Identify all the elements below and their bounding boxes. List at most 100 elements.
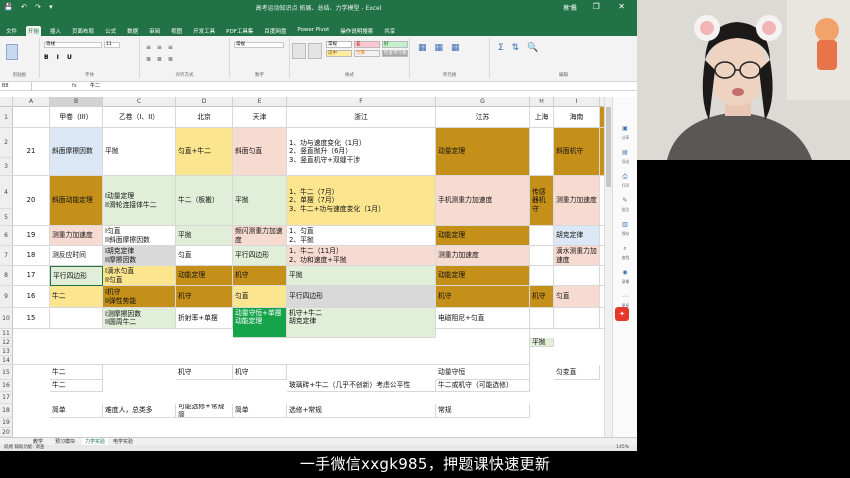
cell[interactable]: I机守 II弹性势能 xyxy=(103,286,176,308)
conditional-format-icon[interactable] xyxy=(292,43,306,59)
bold-italic-underline-icons[interactable]: B I U xyxy=(44,54,75,61)
cell[interactable]: 折射率+单摆 xyxy=(176,308,233,329)
row-header[interactable]: 15 xyxy=(0,365,13,380)
row-header[interactable]: 11 xyxy=(0,329,13,338)
row-header[interactable]: 3 xyxy=(0,158,13,176)
cell[interactable]: 简单 xyxy=(233,404,287,418)
cell[interactable]: I动量定理 II滑轮连接体牛二 xyxy=(103,176,176,226)
cell[interactable] xyxy=(13,107,50,128)
tab-formulas[interactable]: 公式 xyxy=(103,26,118,36)
cell[interactable]: 1、功与速度变化（1月） 2、竖直抛升（6月） 3、竖直机守+双缝干涉 xyxy=(287,128,436,176)
cell[interactable]: 可能选修+常规简 xyxy=(176,404,233,418)
window-controls[interactable]: ─ ❐ ✕ xyxy=(569,2,633,11)
style-good[interactable]: 好 xyxy=(382,41,408,48)
tab-file[interactable]: 文件 xyxy=(4,26,19,36)
record-icon[interactable]: ◉ xyxy=(620,269,630,278)
style-check[interactable]: 检查单元格 xyxy=(382,50,408,57)
cell[interactable]: 平抛 xyxy=(287,266,436,286)
tab-data[interactable]: 数据 xyxy=(125,26,140,36)
row-header[interactable]: 16 xyxy=(0,380,13,392)
row-header[interactable]: 18 xyxy=(0,404,13,418)
column-header-f[interactable]: F xyxy=(287,97,436,107)
style-neutral[interactable]: 适中 xyxy=(326,50,352,57)
row-header[interactable]: 5 xyxy=(0,209,13,226)
font-size-box[interactable]: 11 xyxy=(104,42,120,48)
share-icon[interactable]: ▣ xyxy=(620,125,630,134)
cell[interactable]: 1、牛二（11月） 2、功和速度+平抛 xyxy=(287,246,436,266)
cell[interactable]: 机守 xyxy=(233,266,287,286)
cell[interactable]: 机守 xyxy=(176,286,233,308)
tab-page-layout[interactable]: 页面布局 xyxy=(70,26,96,36)
find-icon[interactable]: ⌕ xyxy=(620,245,630,254)
cell[interactable]: 频闪测重力加速度 xyxy=(233,226,287,246)
cell[interactable]: 平行四边形 xyxy=(287,286,436,308)
cell[interactable]: 动量定理 xyxy=(436,128,530,176)
cell[interactable]: 斜面动能定理 xyxy=(50,176,103,226)
cell[interactable]: 机守 xyxy=(530,286,554,308)
scroll-thumb[interactable] xyxy=(606,107,611,187)
tab-baidu[interactable]: 百度网盘 xyxy=(262,26,288,36)
export-icon[interactable]: ▤ xyxy=(620,149,630,158)
selected-cell[interactable]: 平行四边形 xyxy=(50,266,103,286)
row-header[interactable]: 19 xyxy=(0,418,13,428)
cell[interactable]: I测摩擦因数 II圆周牛二 xyxy=(103,308,176,329)
row-header[interactable]: 1 xyxy=(0,107,13,128)
font-name-box[interactable]: 等线 xyxy=(44,42,102,48)
cell[interactable]: 匀直 xyxy=(233,286,287,308)
cell[interactable] xyxy=(530,266,554,286)
year-cell[interactable]: 20 xyxy=(13,176,50,226)
tell-me-search[interactable]: 操作说明搜索 xyxy=(338,26,375,36)
name-box[interactable]: B8 xyxy=(2,82,32,91)
cell[interactable]: 胡克定律 xyxy=(554,226,600,246)
row-header[interactable]: 10 xyxy=(0,308,13,329)
style-normal[interactable]: 常规 xyxy=(326,41,352,48)
style-bad[interactable]: 差 xyxy=(354,41,380,48)
row-header[interactable]: 8 xyxy=(0,266,13,286)
cell[interactable]: 测反应时间 xyxy=(50,246,103,266)
cell[interactable] xyxy=(554,266,600,286)
row-header[interactable]: 4 xyxy=(0,176,13,209)
column-header-d[interactable]: D xyxy=(176,97,233,107)
row-header[interactable]: 14 xyxy=(0,356,13,365)
table-format-icon[interactable] xyxy=(308,43,322,59)
cell[interactable] xyxy=(50,308,103,329)
year-cell[interactable]: 19 xyxy=(13,226,50,246)
cell[interactable]: 牛二（板搬） xyxy=(176,176,233,226)
print-icon[interactable]: ⎙ xyxy=(620,173,630,182)
cell[interactable]: 玻璃砖+牛二（几乎不创新）考虑公平性 xyxy=(287,380,436,392)
fx-icon[interactable]: fx xyxy=(72,82,77,91)
cell[interactable]: 传感器机守 xyxy=(530,176,554,226)
cell[interactable] xyxy=(554,308,600,329)
comment-icon[interactable]: ✎ xyxy=(620,197,630,206)
cell[interactable]: 动能定理 xyxy=(436,266,530,286)
cell[interactable]: 滴水测重力加速度 xyxy=(554,246,600,266)
cell[interactable]: 简单 xyxy=(50,404,103,418)
save-icon[interactable]: ▥ xyxy=(620,221,630,230)
row-header[interactable]: 13 xyxy=(0,347,13,356)
tab-pdf[interactable]: PDF工具集 xyxy=(224,26,255,36)
cell[interactable] xyxy=(530,308,554,329)
row-header[interactable]: 6 xyxy=(0,226,13,246)
cell[interactable]: 平抛 xyxy=(103,128,176,176)
row-header[interactable]: 2 xyxy=(0,128,13,158)
formula-input[interactable]: 牛二 xyxy=(90,82,100,91)
share-button[interactable]: 共享 xyxy=(382,26,397,36)
cell[interactable]: 动能定理 xyxy=(176,266,233,286)
cell[interactable]: 机守 xyxy=(176,365,233,380)
style-calc[interactable]: 计算 xyxy=(354,50,380,57)
tab-power-pivot[interactable]: Power Pivot xyxy=(295,26,331,36)
cell[interactable] xyxy=(530,246,554,266)
cell[interactable]: 1、匀直 2、平抛 xyxy=(287,226,436,246)
row-header[interactable]: 17 xyxy=(0,392,13,404)
column-header-c[interactable]: C xyxy=(103,97,176,107)
tab-insert[interactable]: 插入 xyxy=(48,26,63,36)
cell[interactable]: 平行四边形 xyxy=(233,246,287,266)
insert-delete-format-icons[interactable]: ▦▦▦ xyxy=(418,43,468,53)
sort-find-icons[interactable]: Σ⇅🔍 xyxy=(498,43,546,53)
cell[interactable]: 常规 xyxy=(436,404,530,418)
cell[interactable] xyxy=(530,128,554,176)
cell[interactable]: 测重力加速度 xyxy=(50,226,103,246)
row-header[interactable]: 7 xyxy=(0,246,13,266)
cell[interactable]: 斜面机守 xyxy=(554,128,600,176)
column-header-a[interactable]: A xyxy=(13,97,50,107)
